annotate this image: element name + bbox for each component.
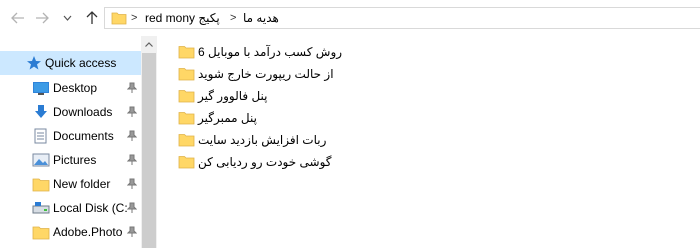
pin-icon[interactable]: [127, 178, 137, 190]
sidebar-item-label: New folder: [53, 177, 111, 191]
file-name: پنل فالوور گیر: [198, 89, 268, 103]
list-item[interactable]: پنل ممبرگیر: [178, 107, 257, 129]
documents-icon: [34, 128, 47, 144]
recent-locations-button[interactable]: [60, 8, 74, 28]
star-icon: [27, 56, 41, 70]
sidebar-item-label: Local Disk (C:: [53, 201, 128, 215]
pin-icon[interactable]: [127, 154, 137, 166]
folder-icon: [111, 12, 127, 25]
folder-icon: [178, 90, 195, 103]
sidebar-item-label: Pictures: [53, 153, 97, 167]
drive-icon: [32, 202, 50, 214]
chevron-down-icon: [63, 15, 71, 21]
arrow-left-icon: [11, 12, 24, 24]
file-list: روش کسب درآمد با موبایل 6 از حالت ریپورت…: [157, 36, 700, 248]
arrow-right-icon: [36, 12, 49, 24]
scroll-up-button[interactable]: [141, 36, 157, 52]
forward-button[interactable]: [32, 8, 52, 28]
up-button[interactable]: [82, 8, 102, 28]
list-item[interactable]: گوشی خودت رو ردیابی کن: [178, 151, 331, 173]
breadcrumb-separator[interactable]: >: [230, 12, 236, 24]
arrow-up-icon: [86, 11, 98, 24]
sidebar-item-label: Desktop: [53, 81, 98, 95]
address-bar[interactable]: > red mony پکیج > هدیه ما: [104, 7, 700, 29]
navigation-pane: Quick access Desktop Downloads Documents…: [0, 36, 157, 248]
breadcrumb-separator[interactable]: >: [131, 12, 137, 24]
list-item[interactable]: پنل فالوور گیر: [178, 85, 268, 107]
sidebar-item-pictures[interactable]: Pictures: [0, 148, 141, 172]
sidebar-item-label: Adobe.Photo: [53, 225, 123, 239]
breadcrumb-item[interactable]: red mony پکیج: [145, 11, 220, 25]
folder-icon: [178, 134, 195, 147]
pin-icon[interactable]: [127, 82, 137, 94]
sidebar-item-new-folder[interactable]: New folder: [0, 172, 141, 196]
folder-icon: [178, 156, 195, 169]
list-item[interactable]: از حالت ریپورت خارج شوید: [178, 63, 334, 85]
sidebar-item-label: Quick access: [45, 56, 117, 70]
sidebar-item-local-disk[interactable]: Local Disk (C:: [0, 196, 141, 220]
file-name: روش کسب درآمد با موبایل 6: [198, 45, 343, 59]
pin-icon[interactable]: [127, 226, 137, 238]
desktop-icon: [33, 82, 49, 95]
folder-icon: [178, 46, 195, 59]
folder-icon: [178, 68, 195, 81]
sidebar-item-downloads[interactable]: Downloads: [0, 100, 141, 124]
list-item[interactable]: ربات افزایش بازدید سایت: [178, 129, 326, 151]
file-name: پنل ممبرگیر: [198, 111, 257, 125]
folder-icon: [32, 178, 50, 192]
sidebar-item-desktop[interactable]: Desktop: [0, 76, 141, 100]
folder-icon: [32, 226, 50, 240]
sidebar-item-documents[interactable]: Documents: [0, 124, 141, 148]
chevron-up-icon: [145, 41, 153, 47]
file-name: ربات افزایش بازدید سایت: [198, 133, 327, 147]
sidebar-item-label: Documents: [53, 129, 114, 143]
breadcrumb-item[interactable]: هدیه ما: [243, 11, 279, 25]
sidebar-item-label: Downloads: [53, 105, 113, 119]
sidebar-item-adobe-photo[interactable]: Adobe.Photo: [0, 220, 141, 244]
pictures-icon: [32, 153, 50, 167]
file-name: گوشی خودت رو ردیابی کن: [198, 155, 332, 169]
pin-icon[interactable]: [127, 106, 137, 118]
back-button[interactable]: [8, 8, 28, 28]
pin-icon[interactable]: [127, 202, 137, 214]
navigation-bar: > red mony پکیج > هدیه ما: [0, 0, 700, 36]
scroll-thumb[interactable]: [142, 53, 156, 248]
pin-icon[interactable]: [127, 130, 137, 142]
list-item[interactable]: روش کسب درآمد با موبایل 6: [178, 41, 342, 63]
folder-icon: [178, 112, 195, 125]
file-name: از حالت ریپورت خارج شوید: [198, 67, 334, 81]
sidebar-item-quick-access[interactable]: Quick access: [0, 51, 141, 75]
sidebar-scrollbar[interactable]: [141, 36, 157, 248]
download-icon: [35, 105, 47, 118]
